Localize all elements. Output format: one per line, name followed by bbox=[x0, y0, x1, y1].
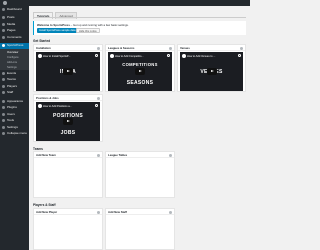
submenu-item-settings[interactable]: Settings bbox=[0, 65, 29, 70]
dashboard-icon bbox=[2, 7, 5, 11]
section-title-get-started: Get Started bbox=[33, 39, 51, 43]
sportspress-logo-icon bbox=[38, 104, 42, 108]
sportspress-logo-icon bbox=[182, 54, 186, 58]
video-player[interactable]: How to Install SportsP... INSTA bbox=[36, 52, 100, 91]
toggle-icon[interactable] bbox=[97, 210, 100, 214]
section-title-players-staff: Players & Staff bbox=[33, 203, 56, 207]
toggle-icon[interactable] bbox=[97, 46, 100, 50]
tab-advanced[interactable]: Advanced bbox=[55, 12, 77, 19]
widget-leagues-seasons: Leagues & Seasons How to Add Competitio.… bbox=[105, 44, 175, 92]
users-icon bbox=[2, 112, 5, 116]
play-icon[interactable] bbox=[63, 68, 73, 75]
toggle-icon[interactable] bbox=[169, 210, 172, 214]
sportspress-submenu: Overview Configure Add-ons Settings bbox=[0, 49, 29, 70]
toggle-icon[interactable] bbox=[169, 46, 172, 50]
media-icon bbox=[2, 22, 5, 26]
brush-icon bbox=[2, 99, 5, 103]
widget-venues: Venues How to Add Venues to ... VENUES bbox=[177, 44, 246, 92]
play-icon[interactable] bbox=[63, 118, 73, 125]
wrench-icon bbox=[2, 119, 5, 123]
sportspress-logo-icon bbox=[110, 54, 114, 58]
notice-text: – Get up and running with a few basic se… bbox=[69, 23, 129, 27]
calendar-icon bbox=[2, 71, 5, 75]
toggle-icon[interactable] bbox=[240, 46, 243, 50]
page-icon bbox=[2, 29, 5, 33]
share-icon[interactable] bbox=[167, 54, 170, 57]
sidebar-item-staff[interactable]: Staff bbox=[0, 90, 29, 97]
toggle-icon[interactable] bbox=[97, 96, 100, 100]
pin-icon bbox=[2, 16, 5, 20]
sportspress-logo-icon bbox=[38, 54, 42, 58]
share-icon[interactable] bbox=[95, 104, 98, 107]
toggle-icon[interactable] bbox=[97, 153, 100, 157]
settings-icon bbox=[2, 125, 5, 129]
widget-add-new-staff: Add New Staff bbox=[105, 208, 175, 250]
sidebar-item-collapse-menu[interactable]: Collapse menu bbox=[0, 131, 29, 138]
tab-bar: Tutorials Advanced bbox=[33, 12, 77, 19]
install-sample-data-button[interactable]: Install SportsPress sample data bbox=[37, 28, 78, 33]
widget-league-tables: League Tables bbox=[105, 151, 175, 198]
comment-icon bbox=[2, 35, 5, 39]
toggle-icon[interactable] bbox=[169, 153, 172, 157]
widget-positions-jobs: Positions & Jobs How to Add Positions a.… bbox=[33, 94, 103, 142]
notice-title: Welcome to SportsPress bbox=[37, 23, 70, 27]
share-icon[interactable] bbox=[95, 54, 98, 57]
admin-sidebar: Dashboard Posts Media Pages Comments Spo… bbox=[0, 6, 29, 250]
video-player[interactable]: How to Add Venues to ... VENUES bbox=[180, 52, 243, 91]
sidebar-item-dashboard[interactable]: Dashboard bbox=[0, 6, 29, 13]
shield-icon bbox=[2, 78, 5, 82]
video-player[interactable]: How to Add Positions a... POSITIONS JOBS bbox=[36, 102, 100, 141]
video-player[interactable]: How to Add Competitio... COMPETITIONS SE… bbox=[108, 52, 172, 91]
sportspress-icon bbox=[2, 44, 5, 48]
wordpress-icon[interactable] bbox=[3, 1, 7, 5]
sidebar-item-sportspress[interactable]: SportsPress bbox=[0, 42, 29, 49]
staff-icon bbox=[2, 91, 5, 95]
widget-add-new-player: Add New Player bbox=[33, 208, 103, 250]
hide-notice-button[interactable]: Hide this notice bbox=[76, 28, 100, 33]
widget-installation: Installation How to Install SportsP... I… bbox=[33, 44, 103, 92]
share-icon[interactable] bbox=[238, 54, 241, 57]
admin-bar bbox=[0, 0, 250, 6]
widget-add-new-team: Add New Team bbox=[33, 151, 103, 198]
user-icon bbox=[2, 84, 5, 88]
collapse-icon bbox=[2, 132, 5, 136]
play-icon[interactable] bbox=[135, 68, 145, 75]
tab-tutorials[interactable]: Tutorials bbox=[33, 12, 54, 19]
welcome-notice: Welcome to SportsPress – Get up and runn… bbox=[33, 21, 246, 35]
plugin-icon bbox=[2, 106, 5, 110]
play-icon[interactable] bbox=[206, 68, 217, 75]
sidebar-item-comments[interactable]: Comments bbox=[0, 34, 29, 41]
